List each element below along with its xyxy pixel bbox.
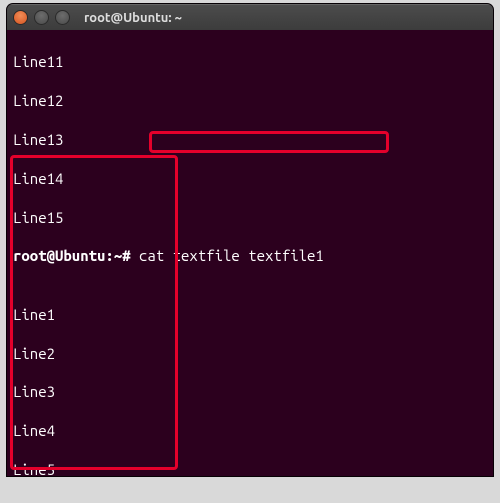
prompt-path: ~ — [114, 247, 122, 264]
output-line: Line3 — [13, 382, 487, 401]
output-line: Line15 — [13, 208, 487, 227]
output-line: Line13 — [13, 130, 487, 149]
output-line: Line5 — [13, 460, 487, 477]
close-icon[interactable] — [13, 10, 28, 25]
terminal-body[interactable]: Line11 Line12 Line13 Line14 Line15 root@… — [7, 30, 493, 476]
prompt-sep: : — [105, 247, 113, 264]
maximize-icon[interactable] — [55, 10, 70, 25]
prompt-line: root@Ubuntu:~# cat textfile textfile1 — [13, 246, 487, 265]
output-line: Line2 — [13, 344, 487, 363]
titlebar[interactable]: root@Ubuntu: ~ — [7, 4, 493, 30]
output-line: Line12 — [13, 91, 487, 110]
window-title: root@Ubuntu: ~ — [84, 11, 182, 25]
minimize-icon[interactable] — [34, 10, 49, 25]
output-line: Line14 — [13, 169, 487, 188]
output-line: Line1 — [13, 305, 487, 324]
prompt-user: root@Ubuntu — [13, 247, 105, 264]
terminal-window: root@Ubuntu: ~ Line11 Line12 Line13 Line… — [6, 3, 494, 477]
command-text: cat textfile textfile1 — [139, 247, 324, 264]
output-line: Line11 — [13, 52, 487, 71]
prompt-mark: # — [122, 247, 130, 264]
output-line: Line4 — [13, 421, 487, 440]
